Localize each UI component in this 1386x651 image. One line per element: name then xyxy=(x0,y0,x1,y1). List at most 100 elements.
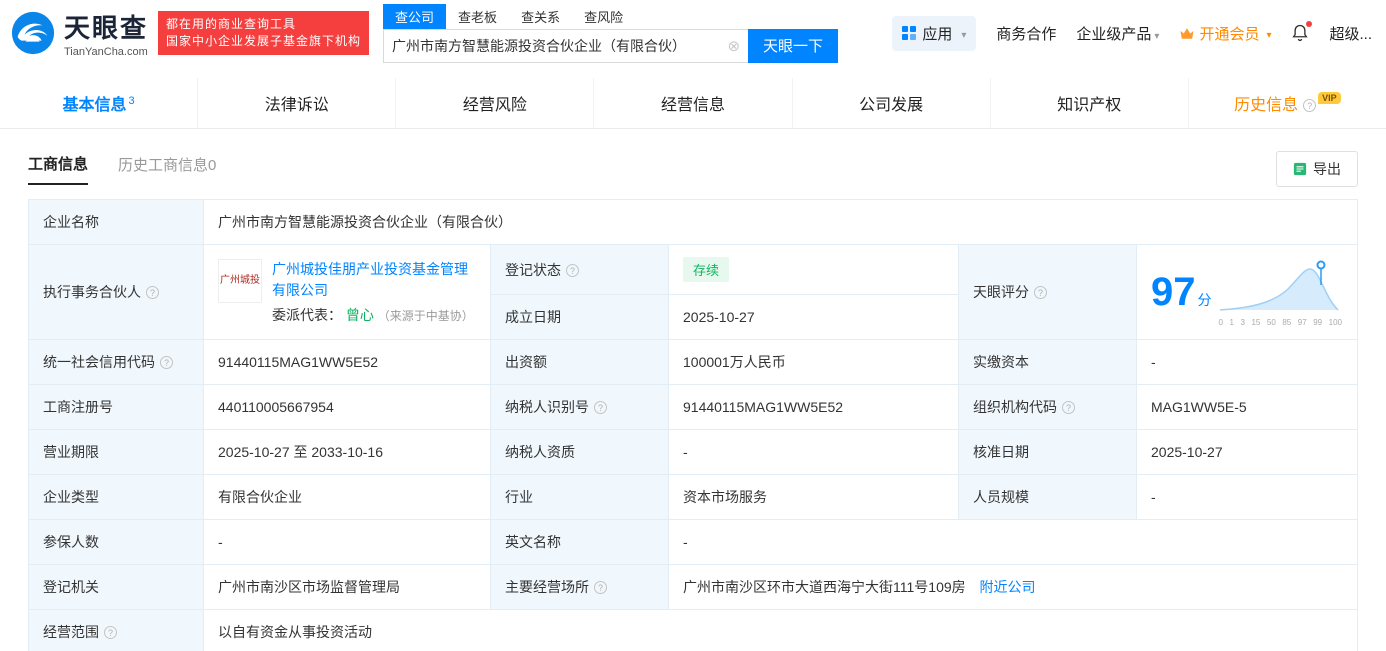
tab-label: 公司发展 xyxy=(859,97,924,114)
reg-status-label: 登记状态 xyxy=(490,244,669,295)
help-icon[interactable] xyxy=(566,263,579,277)
tab-basic-info[interactable]: 基本信息 3 xyxy=(0,78,197,128)
tab-company-development[interactable]: 公司发展 xyxy=(791,78,990,128)
taxpayer-quality-label: 纳税人资质 xyxy=(490,429,669,475)
address-text: 广州市南沙区环市大道西海宁大街111号109房 xyxy=(683,579,966,595)
nav-enterprise-product-label: 企业级产品 xyxy=(1076,25,1152,43)
tab-history-info[interactable]: 历史信息 VIP xyxy=(1187,78,1386,128)
capital-label: 出资额 xyxy=(490,339,669,385)
search-tab-boss[interactable]: 查老板 xyxy=(446,4,509,29)
content-area: 工商信息 历史工商信息0 导出 企业名称 广州市南方智慧能源投资合伙企业（有限合… xyxy=(0,151,1386,651)
staff-size-label: 人员规模 xyxy=(958,474,1137,520)
org-code-label: 组织机构代码 xyxy=(958,384,1137,430)
help-icon[interactable] xyxy=(594,581,607,594)
search-tab-risk[interactable]: 查风险 xyxy=(572,4,635,29)
reg-authority-value: 广州市南沙区市场监督管理局 xyxy=(203,564,491,610)
staff-size-value: - xyxy=(1136,474,1358,520)
nav-open-vip-label: 开通会员 xyxy=(1199,25,1260,43)
paid-capital-label: 实缴资本 xyxy=(958,339,1137,385)
help-icon[interactable] xyxy=(1062,401,1075,414)
field-label: 执行事务合伙人 xyxy=(43,284,141,300)
chevron-down-icon xyxy=(1263,25,1271,42)
nearby-companies-link[interactable]: 附近公司 xyxy=(980,579,1036,595)
establish-date-label: 成立日期 xyxy=(490,294,669,340)
representative-label: 委派代表： xyxy=(272,307,342,323)
field-label: 经营范围 xyxy=(43,624,99,640)
top-header: 天眼查 TianYanCha.com 都在用的商业查询工具 国家中小企业发展子基… xyxy=(0,0,1386,66)
business-term-label: 营业期限 xyxy=(28,429,204,475)
axis-tick: 1 xyxy=(1229,317,1234,327)
subtab-row: 工商信息 历史工商信息0 导出 xyxy=(28,151,1358,187)
apps-menu-button[interactable]: 应用 xyxy=(892,15,977,51)
table-row: 登记机关 广州市南沙区市场监督管理局 主要经营场所 广州市南沙区环市大道西海宁大… xyxy=(28,564,1358,610)
vip-badge: VIP xyxy=(1318,92,1341,104)
business-address-value: 广州市南沙区环市大道西海宁大街111号109房 附近公司 xyxy=(668,564,1358,610)
credit-code-label: 统一社会信用代码 xyxy=(28,339,204,385)
nav-enterprise-product[interactable]: 企业级产品 xyxy=(1076,23,1159,44)
search-button[interactable]: 天眼一下 xyxy=(748,28,839,63)
tab-label: 经营风险 xyxy=(462,97,527,114)
reg-number-label: 工商注册号 xyxy=(28,384,204,430)
help-icon[interactable] xyxy=(1303,99,1317,112)
tab-operating-risk[interactable]: 经营风险 xyxy=(395,78,593,128)
search-area: 查公司 查老板 查关系 查风险 ⊗ 天眼一下 xyxy=(383,3,839,63)
tab-label: 经营信息 xyxy=(660,97,725,114)
tab-intellectual-property[interactable]: 知识产权 xyxy=(989,78,1188,128)
clear-search-icon[interactable]: ⊗ xyxy=(719,37,748,55)
nav-open-vip[interactable]: 开通会员 xyxy=(1179,23,1271,44)
slogan-line1: 都在用的商业查询工具 xyxy=(166,17,297,31)
axis-tick: 85 xyxy=(1282,317,1292,327)
main-tab-bar: 基本信息3 法律诉讼 经营风险 经营信息 公司发展 知识产权 历史信息 VIP xyxy=(0,78,1386,129)
apps-label: 应用 xyxy=(922,25,953,43)
tab-legal-litigation[interactable]: 法律诉讼 xyxy=(197,78,395,128)
tab-basic-info-label: 基本信息 xyxy=(62,97,127,114)
tianyancha-logo[interactable]: 天眼查 TianYanCha.com xyxy=(10,8,148,58)
nav-super-vip[interactable]: 超级... xyxy=(1329,23,1372,44)
taxpayer-id-label: 纳税人识别号 xyxy=(490,384,669,430)
axis-tick: 15 xyxy=(1251,317,1261,327)
subtab-business-info[interactable]: 工商信息 xyxy=(28,153,89,185)
table-row: 企业类型 有限合伙企业 行业 资本市场服务 人员规模 - xyxy=(28,474,1358,520)
english-name-value: - xyxy=(668,519,1358,565)
tab-operating-info[interactable]: 经营信息 xyxy=(593,78,791,128)
search-input[interactable] xyxy=(384,37,720,54)
tab-label: 法律诉讼 xyxy=(264,97,329,114)
company-name-value: 广州市南方智慧能源投资合伙企业（有限合伙） xyxy=(203,199,1358,245)
credit-code-value: 91440115MAG1WW5E52 xyxy=(203,339,491,385)
tab-label: 知识产权 xyxy=(1057,97,1122,114)
help-icon[interactable] xyxy=(104,626,117,639)
search-box: ⊗ xyxy=(383,28,749,63)
tianyancha-logo-icon xyxy=(11,11,55,55)
table-row: 企业名称 广州市南方智慧能源投资合伙企业（有限合伙） xyxy=(28,199,1358,245)
business-address-label: 主要经营场所 xyxy=(490,564,669,610)
executive-partner-value: 广州城投 广州城投佳朋产业投资基金管理有限公司 委派代表： 曾心 （来源于中基协… xyxy=(203,244,491,340)
field-label: 天眼评分 xyxy=(973,284,1029,300)
help-icon[interactable] xyxy=(1034,286,1047,299)
subtab-history-business-info[interactable]: 历史工商信息0 xyxy=(118,154,216,184)
partner-logo: 广州城投 xyxy=(218,259,262,303)
axis-tick: 3 xyxy=(1240,317,1245,327)
insured-count-label: 参保人数 xyxy=(28,519,204,565)
insured-count-value: - xyxy=(203,519,491,565)
export-button[interactable]: 导出 xyxy=(1276,151,1358,187)
company-type-value: 有限合伙企业 xyxy=(203,474,491,520)
help-icon[interactable] xyxy=(160,356,173,369)
taxpayer-id-value: 91440115MAG1WW5E52 xyxy=(668,384,959,430)
axis-tick: 50 xyxy=(1266,317,1276,327)
search-tab-company[interactable]: 查公司 xyxy=(383,3,447,29)
top-nav: 应用 商务合作 企业级产品 开通会员 超级... xyxy=(892,15,1372,51)
approval-date-value: 2025-10-27 xyxy=(1136,429,1358,475)
field-label: 统一社会信用代码 xyxy=(43,354,155,370)
notification-bell-icon[interactable] xyxy=(1291,21,1313,43)
score-digits: 97 xyxy=(1151,270,1196,314)
representative-name-link[interactable]: 曾心 xyxy=(346,307,374,323)
partner-company-link[interactable]: 广州城投佳朋产业投资基金管理有限公司 xyxy=(272,259,476,301)
chevron-down-icon xyxy=(958,25,966,42)
reg-status-value: 存续 xyxy=(668,244,959,295)
nav-business-cooperation[interactable]: 商务合作 xyxy=(996,23,1056,44)
help-icon[interactable] xyxy=(594,401,607,414)
english-name-label: 英文名称 xyxy=(490,519,669,565)
search-tab-relation[interactable]: 查关系 xyxy=(509,4,572,29)
help-icon[interactable] xyxy=(146,286,159,299)
business-scope-label: 经营范围 xyxy=(28,609,204,651)
